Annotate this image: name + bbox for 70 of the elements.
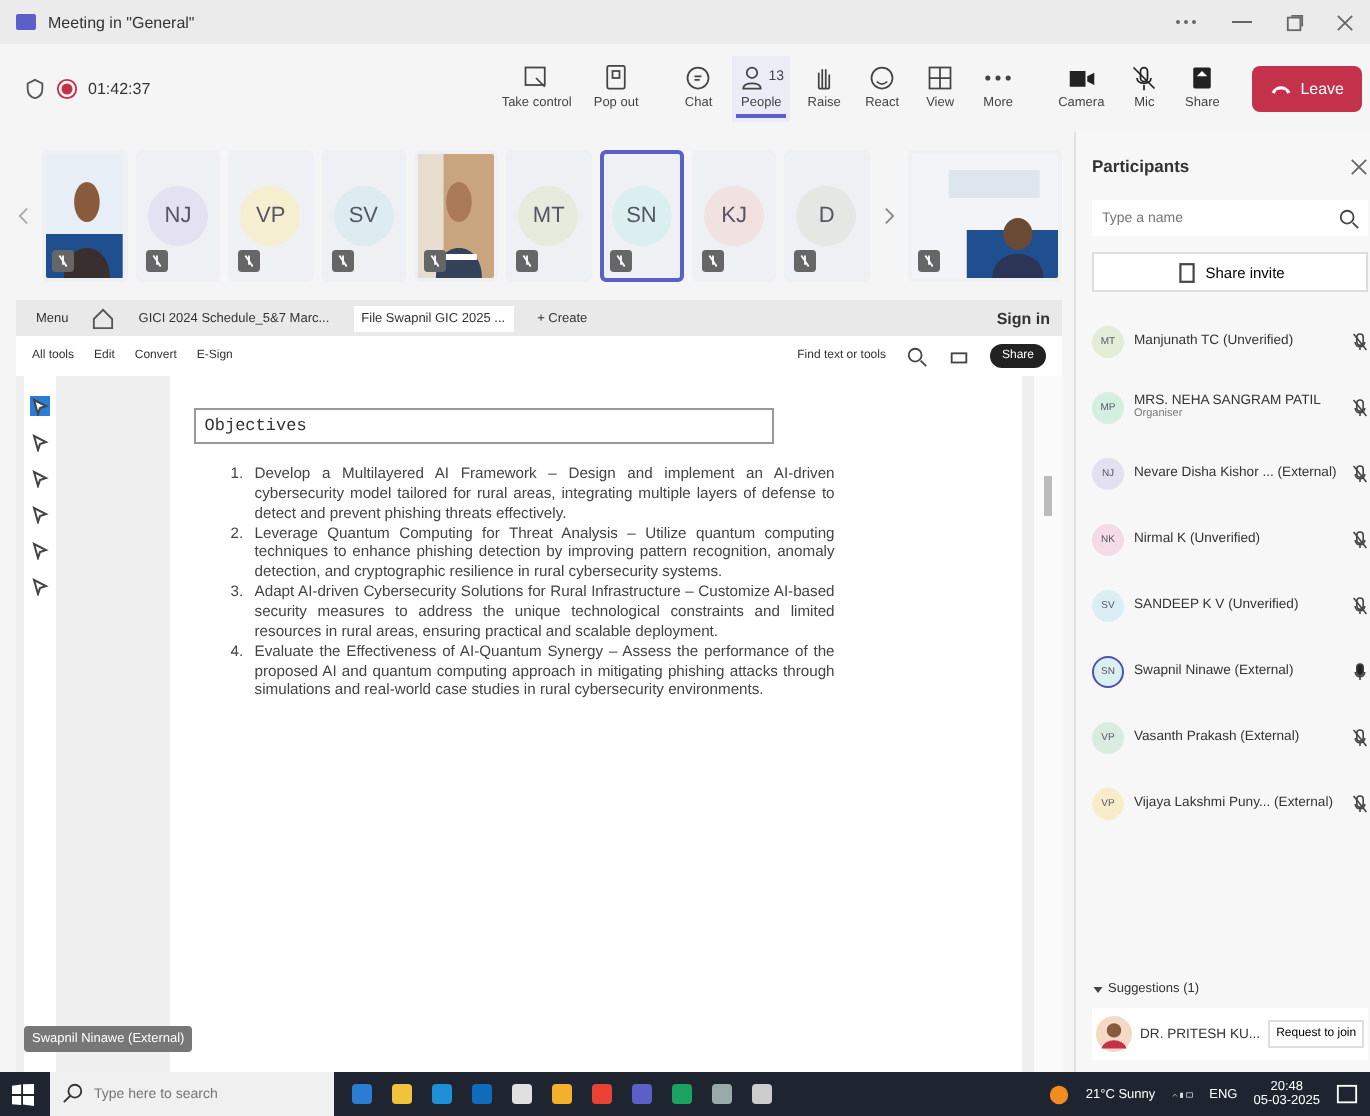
tool-icon[interactable] [29,432,50,452]
mic-off-icon [701,250,724,272]
people-icon [738,63,767,91]
avatar: MT [518,186,579,246]
search-icon[interactable] [905,345,928,367]
leave-button[interactable]: Leave [1252,65,1362,111]
avatar-tile[interactable]: SN [599,150,684,282]
avatar-tile[interactable]: SV [321,150,406,282]
mic-off-icon [918,250,941,272]
home-icon[interactable] [92,307,115,329]
search-icon [1338,208,1361,230]
taskbar-app-icon[interactable] [670,1082,694,1106]
mic-off-icon [516,250,539,272]
taskbar-app-icon[interactable] [510,1082,534,1106]
tool-icon[interactable] [29,468,50,488]
minimize-icon[interactable] [1230,18,1254,26]
mic-off-icon [145,250,168,272]
close-icon[interactable] [1336,13,1354,31]
video-tile[interactable] [413,150,499,282]
mic-off-icon [52,250,75,272]
taskbar-app-icon[interactable] [750,1082,774,1106]
avatar: KJ [704,186,765,246]
tool-icon[interactable] [29,396,50,416]
taskbar-app-icon[interactable] [710,1082,734,1106]
document-icon [1175,261,1198,283]
video-tile[interactable] [42,150,128,282]
tool-icon[interactable] [29,576,50,596]
weather-icon [1047,1083,1070,1105]
avatar: SV [333,186,394,246]
popout-icon [602,63,631,91]
avatar-tile[interactable]: KJ [691,150,777,282]
taskbar-app-icon[interactable] [390,1082,414,1106]
avatar-tile[interactable]: VP [228,150,314,282]
scroll-right-icon[interactable] [883,206,895,226]
sign-in-button[interactable]: Sign in [996,309,1050,327]
shield-icon [24,77,46,99]
avatar-tile[interactable]: NJ [135,150,221,282]
person-avatar-icon [1096,1016,1132,1052]
mic-off-icon [331,250,354,272]
chat-icon [684,63,713,91]
grid-icon [926,63,955,91]
screen-icon [522,63,551,91]
mic-off-icon [423,250,446,272]
search-icon [62,1082,84,1104]
caret-icon[interactable] [1092,983,1104,995]
emoji-icon [868,63,897,91]
avatar: SN [611,186,672,246]
mic-icon [1130,63,1159,91]
avatar-tile[interactable]: D [784,150,870,282]
tool-icon[interactable] [29,504,50,524]
mic-off-icon [238,250,261,272]
meeting-timer: 01:42:37 [88,79,151,97]
avatar-tile[interactable]: MT [506,150,592,282]
mic-off-icon [794,250,817,272]
phone-icon [1270,81,1293,95]
teams-icon [16,12,36,32]
taskbar-app-icon[interactable] [550,1082,574,1106]
section-heading: Objectives [194,408,775,444]
windows-start-icon[interactable] [12,1083,34,1105]
restore-icon[interactable] [1286,13,1304,31]
tool-icon[interactable] [29,540,50,560]
avatar: VP [240,186,301,246]
share-icon [1188,63,1217,91]
more-icon[interactable] [1174,18,1198,26]
close-icon[interactable] [1350,157,1369,175]
avatar: D [796,186,857,246]
panel-title: Participants [1092,156,1190,176]
window-title: Meeting in "General" [48,13,195,31]
avatar: NJ [148,186,208,246]
mic-off-icon [609,250,632,272]
